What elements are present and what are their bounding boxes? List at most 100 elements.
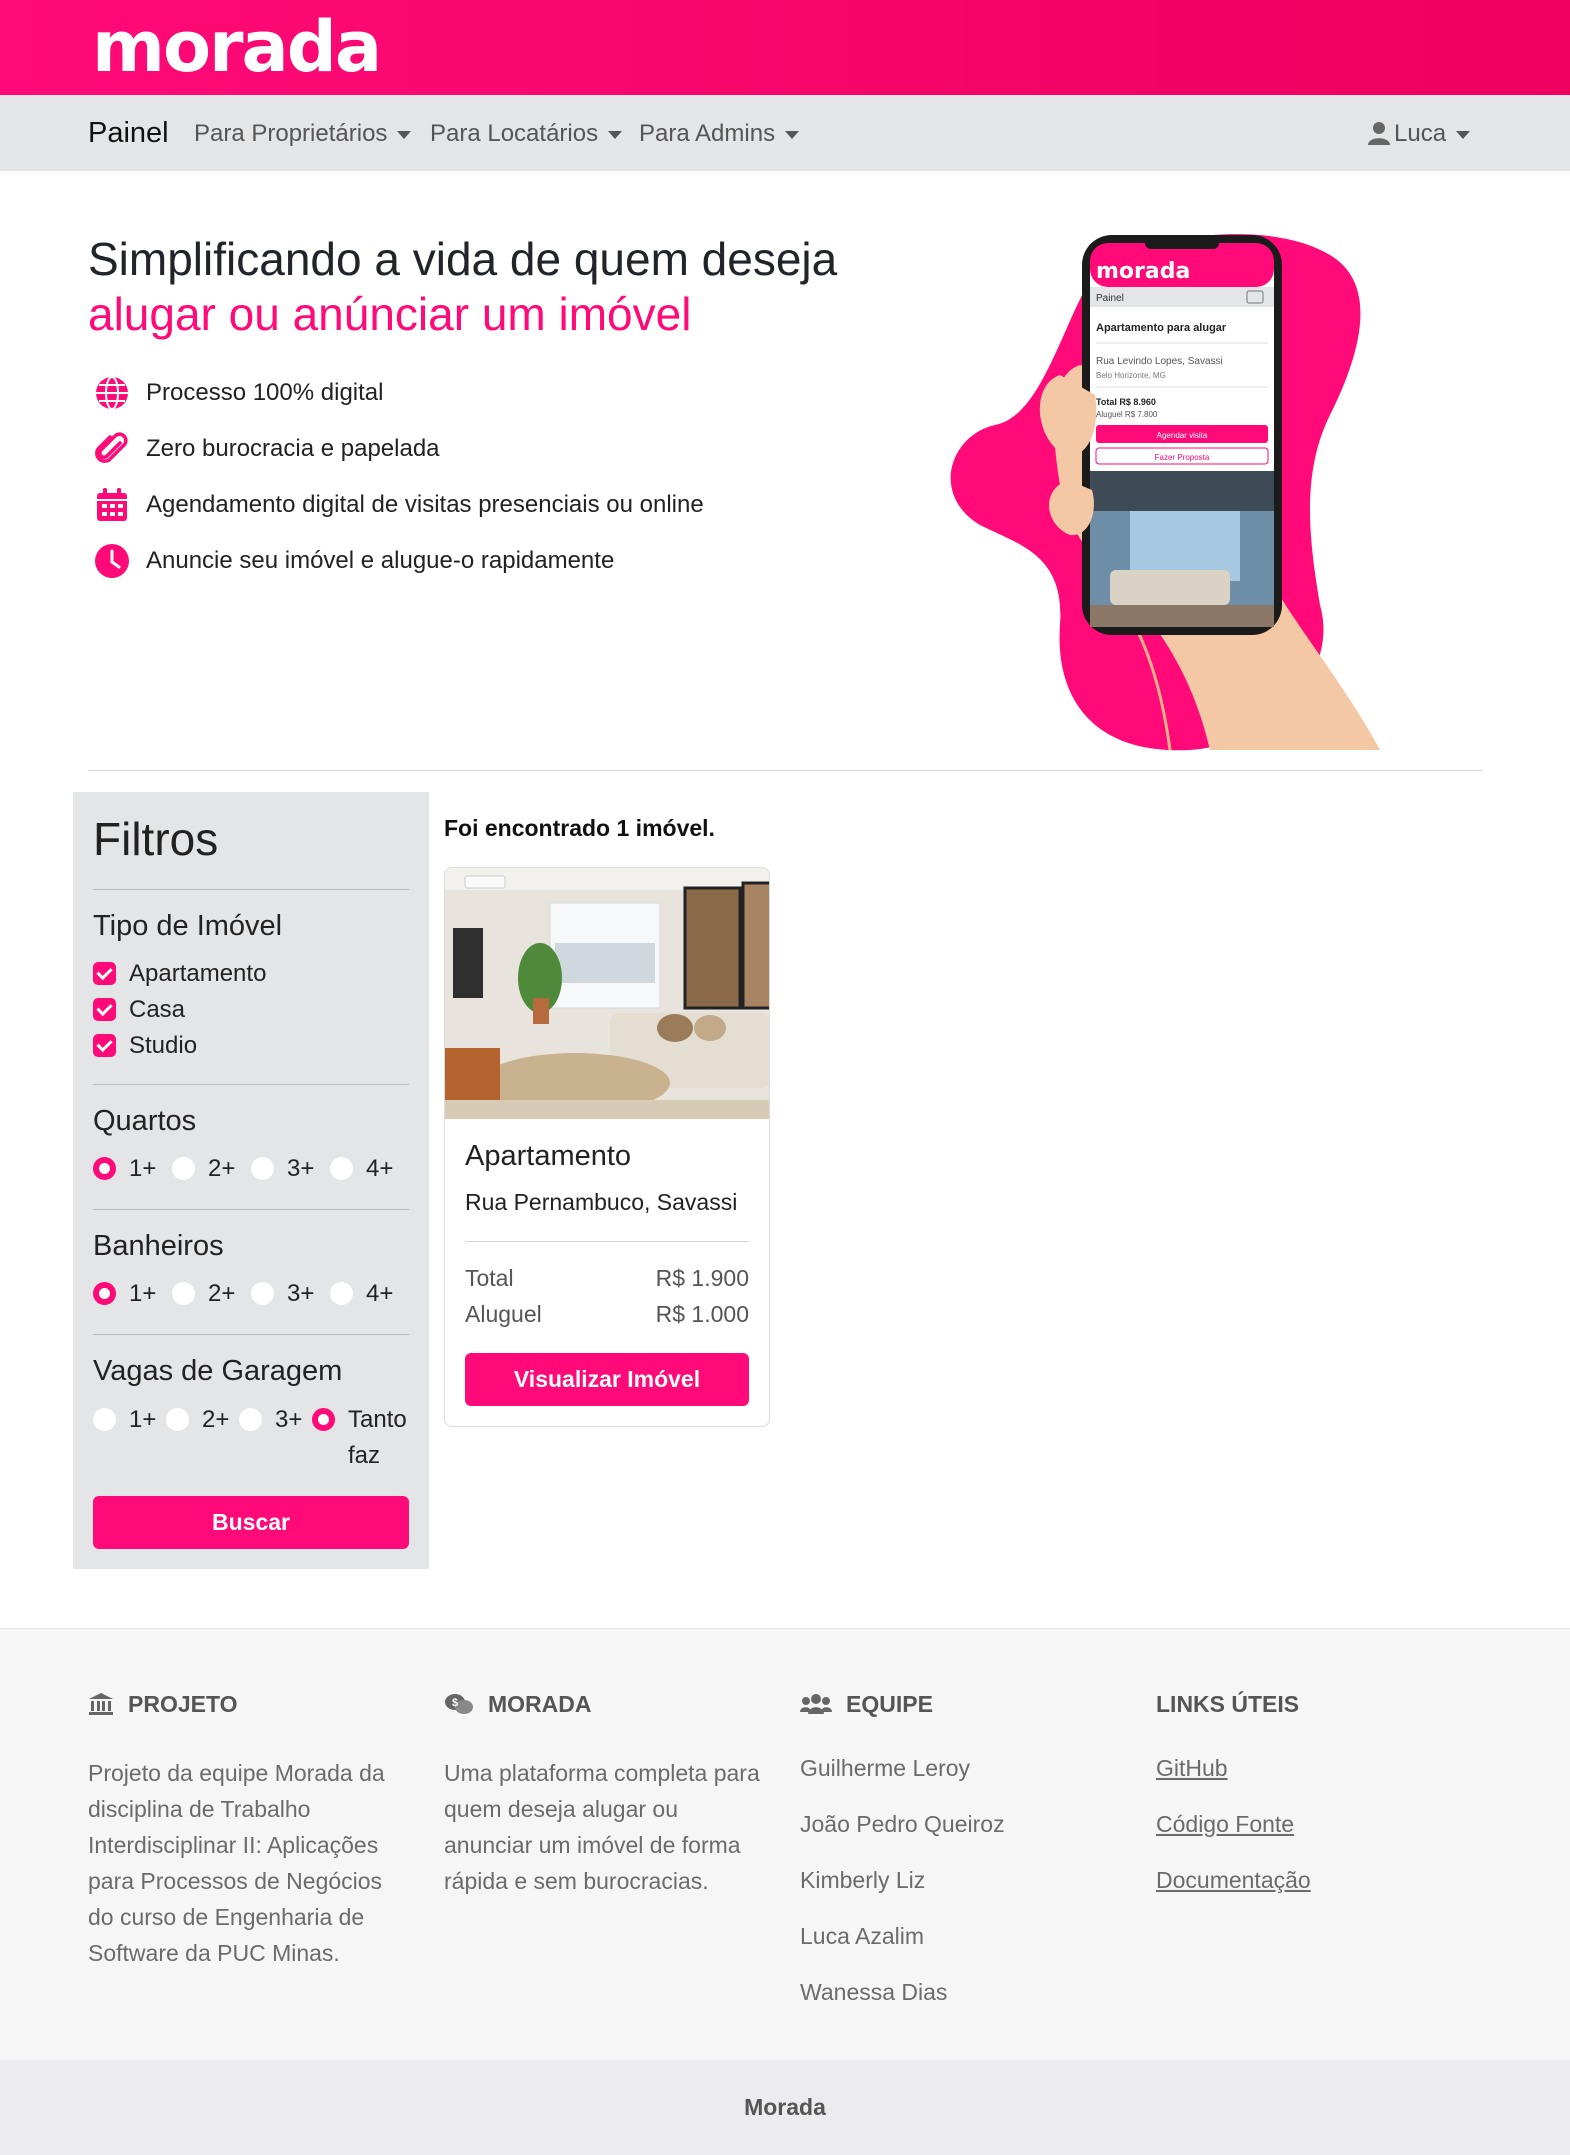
caret-down-icon [785,130,800,139]
phone-city: Belo Horizonte, MG [1096,371,1166,380]
radio-selected[interactable] [312,1408,335,1431]
radio-label: 1+ [129,1155,157,1182]
links-list: GitHub Código Fonte Documentação [1156,1755,1476,1923]
phone-listing-title: Apartamento para alugar [1096,322,1227,334]
team-list: Guilherme Leroy João Pedro Queiroz Kimbe… [800,1755,1120,2035]
phone-photo-sofa [1110,570,1230,605]
radio-label: 1+ [129,1406,157,1433]
footer-team-column: EQUIPE Guilherme Leroy João Pedro Queiro… [800,1691,1120,2035]
photo-artwork-1 [683,886,742,1010]
caret-down-icon [397,130,412,139]
footer-project-title: PROJETO [128,1691,238,1717]
radio-unselected[interactable] [239,1408,262,1431]
calendar-icon [97,488,127,521]
phone-notch [1145,237,1219,249]
footer-links-column: LINKS ÚTEIS GitHub Código Fonte Document… [1156,1691,1476,1923]
radio-unselected[interactable] [93,1408,116,1431]
github-link[interactable]: GitHub [1156,1755,1228,1781]
footer-team-title: EQUIPE [846,1691,933,1717]
feature-item: Agendamento digital de visitas presencia… [94,487,794,527]
hero-title-accent: alugar ou anúnciar um imóvel [88,288,692,341]
card-divider [465,1241,749,1242]
footer-project-heading: PROJETO [88,1691,408,1721]
phone-offer-label: Fazer Proposta [1155,453,1210,462]
filters-divider [93,1084,409,1085]
phone-schedule-label: Agendar visita [1157,431,1208,440]
filters-divider [93,1209,409,1210]
results-count: Foi encontrado 1 imóvel. [444,815,715,841]
phone-rent: Aluguel R$ 7.800 [1096,410,1158,419]
nav-owners-label: Para Proprietários [194,120,388,147]
photo-tv [453,928,483,998]
photo-cushion [657,1014,693,1042]
bathrooms-heading: Banheiros [93,1230,224,1262]
phone-photo-ceiling [1090,471,1274,511]
link-item: Documentação [1156,1867,1476,1923]
phone-nav-brand: Painel [1096,293,1124,304]
radio-label: 2+ [208,1155,236,1182]
feature-text: Zero burocracia e papelada [146,435,440,462]
radio-label: 1+ [129,1280,157,1307]
feature-text: Processo 100% digital [146,379,384,406]
radio-label: 3+ [287,1280,315,1307]
photo-ac-unit [464,875,506,889]
copyright-bar: Morada [0,2060,1570,2155]
radio-unselected[interactable] [330,1157,353,1180]
nav-tenants-dropdown[interactable]: Para Locatários [430,120,623,148]
photo-plant-pot [533,998,549,1024]
phone-total: Total R$ 8.960 [1096,397,1156,407]
radio-unselected[interactable] [251,1282,274,1305]
navbar-brand[interactable]: Painel [88,117,169,150]
radio-parking-any[interactable]: Tanto faz [312,1404,412,1474]
search-button[interactable]: Buscar [93,1496,409,1549]
photo-building-view [555,943,655,983]
parking-heading: Vagas de Garagem [93,1355,343,1387]
bedrooms-heading: Quartos [93,1105,197,1137]
feature-item: Processo 100% digital [94,375,794,415]
footer-links-title: LINKS ÚTEIS [1156,1691,1300,1717]
documentation-link[interactable]: Documentação [1156,1867,1311,1893]
checkbox-label: Studio [129,1032,198,1059]
team-member: Kimberly Liz [800,1867,926,1893]
morada-logo[interactable]: morada [92,6,382,88]
footer-morada-column: $ MORADA Uma plataforma completa para que… [444,1691,764,1899]
hero-phone-illustration: morada Painel Apartamento para alugar Ru… [950,234,1380,751]
radio-selected[interactable] [93,1282,116,1305]
source-code-link[interactable]: Código Fonte [1156,1811,1294,1837]
money-chat-icon: $ [445,1694,473,1714]
view-property-button[interactable]: Visualizar Imóvel [465,1353,749,1406]
section-divider [88,770,1483,771]
team-icon [800,1694,832,1714]
feature-text: Anuncie seu imóvel e alugue-o rapidament… [146,547,615,574]
photo-artwork-2 [741,881,769,1010]
radio-unselected[interactable] [172,1282,195,1305]
paperclip-icon [95,432,128,463]
radio-label: 2+ [208,1280,236,1307]
checkbox-checked[interactable] [93,962,116,985]
checkbox-checked[interactable] [93,1034,116,1057]
radio-unselected[interactable] [251,1157,274,1180]
radio-unselected[interactable] [172,1157,195,1180]
checkbox-checked[interactable] [93,998,116,1021]
user-menu-dropdown[interactable]: Luca [1368,120,1471,148]
listing-rent-row: Aluguel R$ 1.000 [465,1301,749,1328]
radio-selected[interactable] [93,1157,116,1180]
phone-logo: morada [1096,259,1190,284]
filters-panel: Filtros Tipo de Imóvel Apartamento Casa … [73,792,429,1569]
nav-admins-dropdown[interactable]: Para Admins [639,120,800,148]
globe-icon [96,376,128,410]
radio-unselected[interactable] [166,1408,189,1431]
listing-photo[interactable] [445,868,770,1119]
radio-label: 3+ [275,1406,303,1433]
footer-morada-heading: $ MORADA [444,1691,764,1721]
rent-value: R$ 1.000 [655,1301,749,1327]
radio-label: 3+ [287,1155,315,1182]
radio-unselected[interactable] [330,1282,353,1305]
footer-project-text: Projeto da equipe Morada da disciplina d… [88,1760,385,1966]
caret-down-icon [608,130,623,139]
user-icon [1368,122,1390,145]
team-member: João Pedro Queiroz [800,1811,1005,1837]
link-item: Código Fonte [1156,1811,1476,1867]
team-member: Wanessa Dias [800,1979,948,2005]
nav-owners-dropdown[interactable]: Para Proprietários [194,120,412,148]
